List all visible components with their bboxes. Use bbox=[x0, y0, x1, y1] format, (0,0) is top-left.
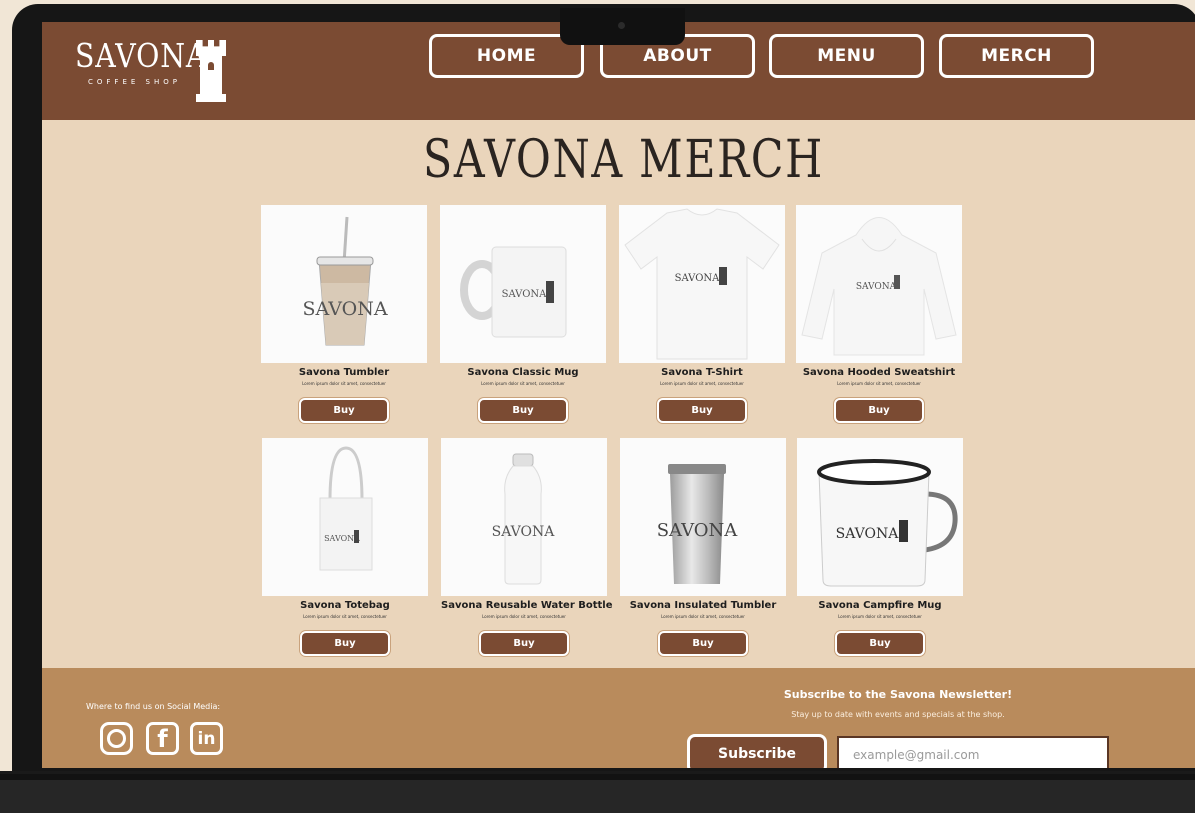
browser-screen: SAVONA COFFEE SHOP HOME ABOUT MENU MERCH… bbox=[42, 22, 1195, 768]
buy-button[interactable]: Buy bbox=[300, 631, 390, 656]
buy-button[interactable]: Buy bbox=[478, 398, 568, 423]
camera-icon bbox=[618, 22, 625, 29]
product-name: Savona Totebag bbox=[300, 600, 390, 611]
buy-button[interactable]: Buy bbox=[834, 398, 924, 423]
campfire-mug-icon[interactable]: SAVONA bbox=[797, 438, 963, 596]
product-card-tshirt: SAVONA Savona T-Shirt Lorem ipsum dolor … bbox=[619, 205, 785, 423]
laptop-base bbox=[0, 771, 1195, 813]
facebook-icon[interactable]: f bbox=[146, 722, 179, 755]
product-description: Lorem ipsum dolor sit amet, consectetuer bbox=[660, 381, 744, 386]
svg-text:SAVONA: SAVONA bbox=[675, 273, 721, 284]
instagram-icon[interactable] bbox=[100, 722, 133, 755]
camera-notch bbox=[560, 8, 685, 45]
linkedin-icon[interactable]: in bbox=[190, 722, 223, 755]
product-card-tumbler: SAVONA Savona Tumbler Lorem ipsum dolor … bbox=[261, 205, 427, 423]
buy-button[interactable]: Buy bbox=[658, 631, 748, 656]
product-name: Savona Tumbler bbox=[298, 367, 390, 378]
product-card-campfire-mug: SAVONA Savona Campfire Mug Lorem ipsum d… bbox=[797, 438, 963, 656]
svg-text:SAVONA: SAVONA bbox=[492, 524, 556, 540]
newsletter-subtitle: Stay up to date with events and specials… bbox=[791, 710, 1005, 719]
social-label: Where to find us on Social Media: bbox=[86, 702, 221, 711]
product-card-hoodie: SAVONA Savona Hooded Sweatshirt Lorem ip… bbox=[796, 205, 962, 423]
nav-merch-button[interactable]: MERCH bbox=[939, 34, 1094, 78]
buy-button[interactable]: Buy bbox=[299, 398, 389, 423]
tumbler-icon[interactable]: SAVONA bbox=[261, 205, 427, 363]
svg-text:SAVONA: SAVONA bbox=[502, 289, 548, 300]
product-name: Savona T-Shirt bbox=[661, 367, 743, 378]
newsletter-title: Subscribe to the Savona Newsletter! bbox=[783, 688, 1013, 701]
insulated-tumbler-icon[interactable]: SAVONA bbox=[620, 438, 786, 596]
hoodie-icon[interactable]: SAVONA bbox=[796, 205, 962, 363]
product-name: Savona Insulated Tumbler bbox=[629, 600, 777, 611]
totebag-icon[interactable]: SAVONA bbox=[262, 438, 428, 596]
product-description: Lorem ipsum dolor sit amet, consectetuer bbox=[837, 381, 921, 386]
buy-button[interactable]: Buy bbox=[835, 631, 925, 656]
email-field[interactable] bbox=[837, 736, 1109, 768]
product-card-classic-mug: SAVONA Savona Classic Mug Lorem ipsum do… bbox=[440, 205, 606, 423]
laptop-frame: SAVONA COFFEE SHOP HOME ABOUT MENU MERCH… bbox=[12, 4, 1195, 810]
product-name: Savona Campfire Mug bbox=[818, 600, 942, 611]
buy-button[interactable]: Buy bbox=[479, 631, 569, 656]
product-description: Lorem ipsum dolor sit amet, consectetuer bbox=[482, 614, 566, 619]
brand-name: SAVONA bbox=[75, 36, 208, 75]
water-bottle-icon[interactable]: SAVONA bbox=[441, 438, 607, 596]
page-title: SAVONA MERCH bbox=[422, 130, 824, 190]
svg-text:SAVONA: SAVONA bbox=[856, 282, 897, 292]
site-footer: Where to find us on Social Media: f in S… bbox=[42, 668, 1195, 768]
nav-menu-button[interactable]: MENU bbox=[769, 34, 924, 78]
buy-button[interactable]: Buy bbox=[657, 398, 747, 423]
product-description: Lorem ipsum dolor sit amet, consectetuer bbox=[302, 381, 386, 386]
brand-tagline: COFFEE SHOP bbox=[88, 78, 181, 86]
product-description: Lorem ipsum dolor sit amet, consectetuer bbox=[838, 614, 922, 619]
svg-text:SAVONA: SAVONA bbox=[657, 520, 739, 541]
product-description: Lorem ipsum dolor sit amet, consectetuer bbox=[481, 381, 565, 386]
product-description: Lorem ipsum dolor sit amet, consectetuer bbox=[303, 614, 387, 619]
product-card-water-bottle: SAVONA Savona Reusable Water Bottle Lore… bbox=[441, 438, 613, 656]
product-name: Savona Hooded Sweatshirt bbox=[802, 367, 956, 378]
brand-logo[interactable]: SAVONA COFFEE SHOP bbox=[75, 36, 229, 102]
tshirt-icon[interactable]: SAVONA bbox=[619, 205, 785, 363]
product-name: Savona Reusable Water Bottle bbox=[441, 600, 613, 611]
tower-icon bbox=[196, 40, 226, 102]
product-description: Lorem ipsum dolor sit amet, consectetuer bbox=[661, 614, 745, 619]
subscribe-button[interactable]: Subscribe bbox=[687, 734, 827, 768]
product-card-totebag: SAVONA Savona Totebag Lorem ipsum dolor … bbox=[262, 438, 428, 656]
svg-text:SAVONA: SAVONA bbox=[302, 298, 387, 320]
product-card-insulated-tumbler: SAVONA Savona Insulated Tumbler Lorem ip… bbox=[620, 438, 786, 656]
svg-text:SAVONA: SAVONA bbox=[836, 526, 900, 542]
mug-icon[interactable]: SAVONA bbox=[440, 205, 606, 363]
product-name: Savona Classic Mug bbox=[467, 367, 579, 378]
